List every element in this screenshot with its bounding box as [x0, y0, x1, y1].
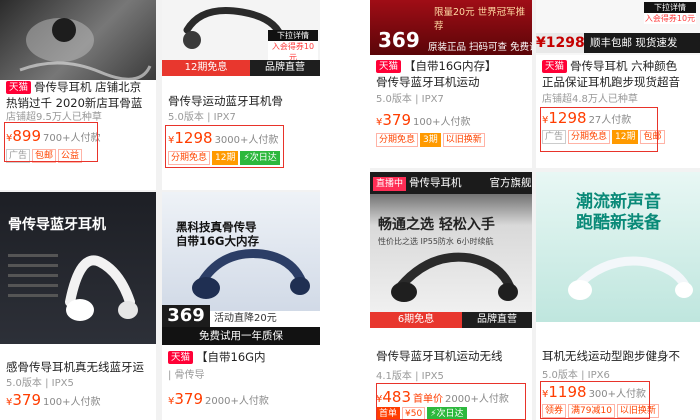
product-title-line2[interactable]: 热销过千 2020新店耳骨蓝 [6, 96, 152, 111]
product-spec: 5.0版本 | IPX5 [6, 378, 74, 389]
tag-period: 3期 [420, 133, 441, 147]
product-image[interactable]: 下拉详情 入会得券10元 ¥1298 顺丰包邮 现货速发 [536, 0, 700, 55]
product-title[interactable]: 【自带16G内 [196, 350, 266, 364]
highlight-box [540, 381, 650, 419]
tag-installment: 分期免息 [376, 133, 419, 147]
tmall-badge: 天猫 [376, 60, 402, 73]
highlight-box [540, 107, 658, 152]
product-title[interactable]: 骨传导蓝牙耳机运动无线 [376, 349, 528, 364]
product-image[interactable]: 骨传导蓝牙耳机 [0, 192, 156, 344]
product-title-line2[interactable]: 骨传导蓝牙耳机运动 [376, 75, 528, 90]
store-header: 直播中骨传导耳机官方旗舰店 [370, 172, 532, 194]
sales-count: 100+人付款 [413, 117, 471, 128]
promo-price: 369 [378, 28, 420, 52]
product-image[interactable]: 黑科技真骨传导 自带16G大内存 369 活动直降20元 免费试用一年质保 [162, 192, 320, 345]
image-headline: 潮流新声音 跑酷新装备 [576, 192, 661, 233]
product-card[interactable]: 限量20元 世界冠军推荐 369 原装正品 扫码可查 免费试用 天猫【自带16G… [370, 0, 532, 168]
product-title-line2[interactable]: 正品保证耳机跑步现货超音 [542, 75, 696, 90]
swimmer-photo [19, 18, 152, 80]
tag-row: 分期免息 3期 以旧换新 [376, 131, 528, 147]
right-results-panel: 限量20元 世界冠军推荐 369 原装正品 扫码可查 免费试用 天猫【自带16G… [370, 0, 700, 420]
promo-badge: 下拉详情 入会得券10元 [268, 30, 318, 63]
tmall-badge: 天猫 [168, 351, 194, 364]
product-image[interactable]: 直播中骨传导耳机官方旗舰店 畅通之选 轻松入手 性价比之选 IP55防水 6小时… [370, 172, 532, 312]
tmall-badge: 天猫 [6, 81, 32, 94]
price-row: ¥379 2000+人付款 [168, 389, 316, 412]
promo-banner: 12期免息 品牌直营 [162, 60, 320, 76]
tag-trade-in: 以旧换新 [442, 133, 485, 147]
image-headline: 畅通之选 轻松入手 [378, 217, 495, 233]
promo-banner: 6期免息 品牌直营 [370, 312, 532, 328]
highlight-box [4, 122, 98, 162]
product-card[interactable]: 骨传导蓝牙耳机 感骨传导耳机真无线蓝牙运 5.0版本 | IPX5 ¥379 10… [0, 192, 156, 420]
product-spec: 5.0版本 | IPX7 [376, 94, 444, 105]
left-results-panel: 天猫 骨传导耳机 店铺北京 热销过千 2020新店耳骨蓝 店铺超9.5万人已种草 … [0, 0, 320, 420]
sales-count: 100+人付款 [43, 397, 101, 408]
promo-badge: 下拉详情 入会得券10元 [644, 2, 696, 24]
highlight-box [165, 125, 284, 168]
product-title[interactable]: 骨传导耳机 店铺北京 [34, 80, 141, 94]
product-title[interactable]: 【自带16G内存】 [404, 59, 497, 73]
product-image[interactable]: 潮流新声音 跑酷新装备 [536, 172, 700, 322]
image-features: 顺丰包邮 现货速发 [584, 33, 700, 53]
promo-line: 活动直降20元 [210, 311, 320, 327]
image-headline: 骨传导蓝牙耳机 [8, 217, 106, 233]
promo-price: ¥1298 [536, 33, 585, 53]
image-features: 性价比之选 IP55防水 6小时续航 [378, 237, 494, 246]
product-title[interactable]: 骨传导运动蓝牙耳机骨 [168, 94, 316, 109]
promo-line: 免费试用一年质保 [162, 327, 320, 345]
price: ¥379 [376, 111, 412, 129]
sales-count: 2000+人付款 [205, 396, 269, 407]
product-title[interactable]: 骨传导耳机 六种颜色 [570, 59, 677, 73]
price: ¥379 [6, 391, 42, 409]
price: ¥379 [168, 390, 204, 408]
price-row: ¥379 100+人付款 [6, 390, 152, 413]
product-image[interactable]: 限量20元 世界冠军推荐 369 原装正品 扫码可查 免费试用 [370, 0, 532, 55]
shop-note: 店铺超4.8万人已种草 [542, 94, 638, 105]
product-spec: | 骨传导 [168, 370, 205, 381]
product-card[interactable]: 黑科技真骨传导 自带16G大内存 369 活动直降20元 免费试用一年质保 天猫【… [162, 192, 320, 420]
price-row: ¥379 100+人付款 [376, 110, 528, 133]
product-spec: 4.1版本 | IPX5 [376, 371, 444, 382]
spec-list [8, 247, 58, 317]
image-slogan: 限量20元 世界冠军推荐 [434, 7, 526, 32]
product-title[interactable]: 耳机无线运动型跑步健身不 [542, 349, 696, 364]
highlight-box [376, 383, 526, 420]
product-spec: 5.0版本 | IPX7 [168, 112, 236, 123]
tmall-badge: 天猫 [542, 60, 568, 73]
product-image[interactable] [0, 0, 156, 80]
promo-price: 369 [162, 305, 210, 327]
image-features: 原装正品 扫码可查 免费试用 [428, 42, 532, 53]
image-headline: 黑科技真骨传导 自带16G大内存 [176, 220, 259, 248]
product-title[interactable]: 感骨传导耳机真无线蓝牙运 [6, 360, 152, 375]
live-badge: 直播中 [373, 177, 407, 191]
